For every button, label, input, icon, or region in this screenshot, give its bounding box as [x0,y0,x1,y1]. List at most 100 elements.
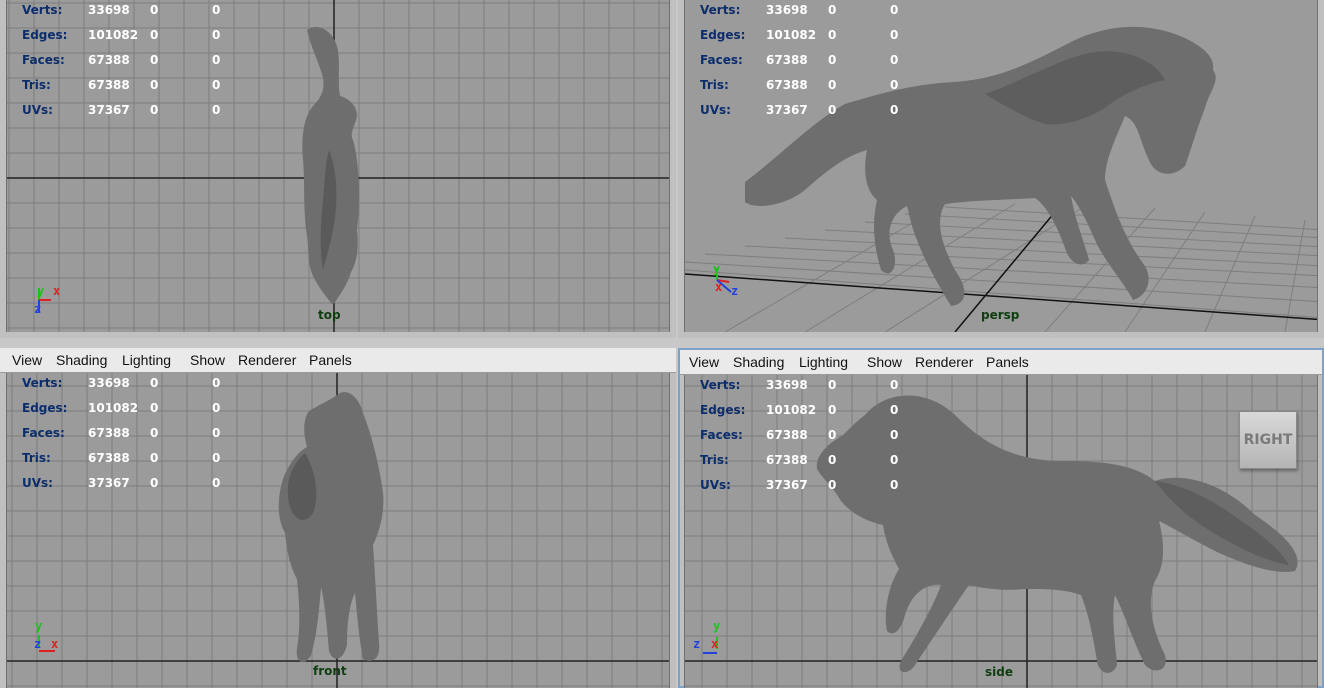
hud-value: 0 [150,28,159,42]
hud-value: 0 [890,403,899,417]
hud-value: 0 [828,403,837,417]
hud-value: 37367 [88,103,130,117]
hud-value: 0 [828,53,837,67]
hud-value: 0 [212,376,221,390]
panel-menu-bar: View Shading Lighting Show Renderer Pane… [0,348,676,373]
hud-label: Tris: [700,78,729,92]
menu-view[interactable]: View [12,352,42,368]
camera-name-label: top [318,308,341,322]
hud-label: Verts: [700,378,741,392]
hud-value: 67388 [766,428,808,442]
hud-value: 67388 [88,451,130,465]
hud-value: 101082 [88,401,139,415]
hud-value: 37367 [88,476,130,490]
hud-value: 0 [828,3,837,17]
hud-value: 0 [212,103,221,117]
axis-z-label: z [693,637,701,651]
view-cube[interactable]: RIGHT [1239,411,1297,469]
menu-shading[interactable]: Shading [733,354,784,370]
camera-name-label: persp [981,308,1020,322]
hud-value: 0 [890,428,899,442]
menu-lighting[interactable]: Lighting [799,354,848,370]
hud-value: 0 [828,78,837,92]
hud-value: 0 [150,426,159,440]
hud-value: 0 [890,78,899,92]
axis-x-label: x [711,637,719,651]
viewport-side-canvas[interactable]: Verts: 33698 0 0 Edges: 101082 0 0 Faces: 67388… [684,375,1318,688]
menu-lighting[interactable]: Lighting [122,352,171,368]
hud-label: Faces: [22,426,65,440]
hud-value: 67388 [766,53,808,67]
hud-label: Edges: [700,403,746,417]
axis-z-label: z [731,284,739,298]
hud-label: UVs: [22,476,53,490]
camera-name-label: side [985,665,1013,679]
viewport-side-panel[interactable]: View Shading Lighting Show Renderer Pane… [678,348,1324,688]
hud-value: 0 [150,103,159,117]
hud-value: 37367 [766,103,808,117]
hud-value: 0 [150,376,159,390]
viewport-front-panel[interactable]: View Shading Lighting Show Renderer Pane… [0,348,676,688]
hud-value: 0 [212,53,221,67]
hud-value: 67388 [88,53,130,67]
hud-value: 0 [828,28,837,42]
hud-value: 0 [890,53,899,67]
poly-count-hud: Verts: 33698 0 0 Edges: 101082 0 0 Faces: 67388… [22,0,242,125]
hud-value: 101082 [766,403,817,417]
viewport-top-panel[interactable]: Verts: 33698 0 0 Edges: 101082 0 0 Faces: 67388… [0,0,676,338]
poly-count-hud: Verts: 33698 0 0 Edges: 101082 0 0 Faces: 67388… [22,373,242,498]
menu-renderer[interactable]: Renderer [915,354,973,370]
axis-x-label: x [715,280,723,294]
hud-value: 0 [828,378,837,392]
hud-value: 33698 [88,376,130,390]
hud-label: Verts: [22,376,63,390]
poly-count-hud: Verts: 33698 0 0 Edges: 101082 0 0 Faces: 67388… [700,375,920,500]
menu-show[interactable]: Show [867,354,902,370]
hud-label: UVs: [700,478,731,492]
axis-z-label: z [34,302,42,316]
hud-value: 67388 [766,453,808,467]
hud-value: 0 [890,478,899,492]
axis-x-label: x [53,284,61,298]
hud-label: UVs: [700,103,731,117]
hud-label: Edges: [700,28,746,42]
hud-value: 0 [890,378,899,392]
menu-show[interactable]: Show [190,352,225,368]
menu-panels[interactable]: Panels [309,352,352,368]
hud-value: 101082 [88,28,139,42]
hud-value: 0 [212,78,221,92]
panel-menu-bar: View Shading Lighting Show Renderer Pane… [680,350,1322,375]
hud-value: 33698 [766,3,808,17]
menu-view[interactable]: View [689,354,719,370]
viewport-persp-panel[interactable]: Verts: 33698 0 0 Edges: 101082 0 0 Faces: 67388… [678,0,1324,338]
viewport-top-canvas[interactable]: Verts: 33698 0 0 Edges: 101082 0 0 Faces: 67388… [6,0,670,332]
hud-value: 0 [212,401,221,415]
hud-label: Edges: [22,28,68,42]
hud-label: UVs: [22,103,53,117]
hud-value: 0 [828,103,837,117]
hud-label: Faces: [700,53,743,67]
viewport-persp-canvas[interactable]: Verts: 33698 0 0 Edges: 101082 0 0 Faces: 67388… [684,0,1318,332]
hud-value: 0 [150,78,159,92]
axis-y-label: y [35,619,43,633]
hud-value: 0 [212,3,221,17]
hud-value: 0 [890,3,899,17]
hud-label: Tris: [22,78,51,92]
hud-value: 0 [890,103,899,117]
hud-label: Faces: [700,428,743,442]
hud-value: 67388 [88,78,130,92]
menu-shading[interactable]: Shading [56,352,107,368]
hud-label: Edges: [22,401,68,415]
hud-value: 67388 [88,426,130,440]
axis-z-label: z [34,637,42,651]
hud-value: 37367 [766,478,808,492]
hud-value: 0 [890,453,899,467]
axis-y-label: y [713,262,721,276]
hud-label: Verts: [22,3,63,17]
hud-value: 0 [212,28,221,42]
hud-value: 0 [212,426,221,440]
menu-renderer[interactable]: Renderer [238,352,296,368]
viewport-front-canvas[interactable]: Verts: 33698 0 0 Edges: 101082 0 0 Faces: 67388… [6,373,670,688]
menu-panels[interactable]: Panels [986,354,1029,370]
hud-label: Faces: [22,53,65,67]
